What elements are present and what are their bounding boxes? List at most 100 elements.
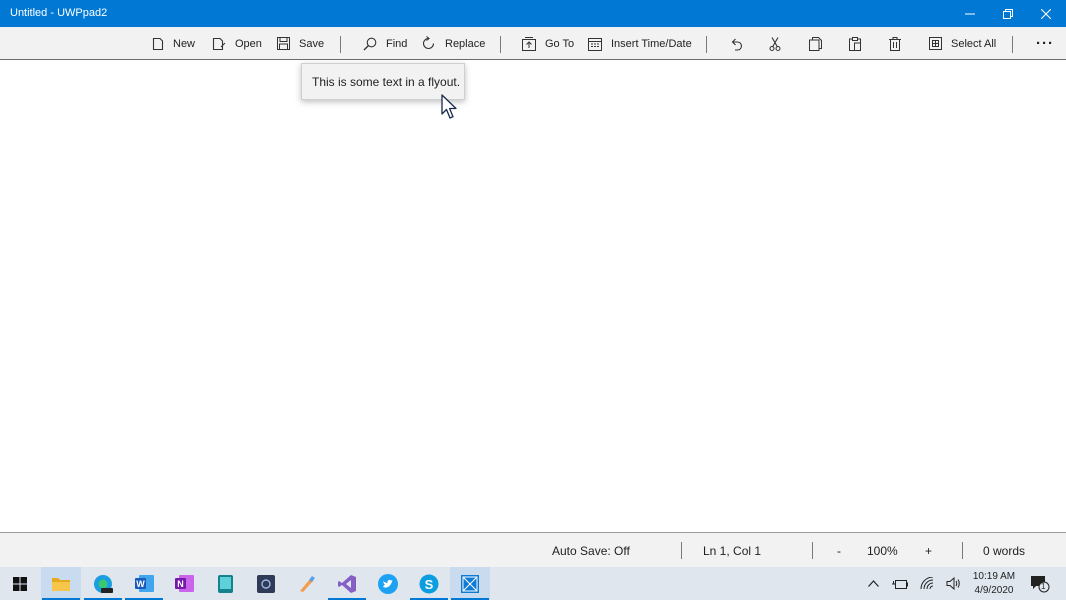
save-icon bbox=[277, 37, 290, 50]
windows-start-icon bbox=[13, 576, 27, 591]
visual-studio-icon bbox=[338, 574, 356, 593]
uwppad2-icon bbox=[461, 574, 479, 593]
chevron-up-icon bbox=[867, 580, 879, 587]
notification-count: 1 bbox=[1041, 582, 1046, 591]
delete-icon bbox=[889, 36, 901, 51]
status-bar: Auto Save: Off Ln 1, Col 1 - 100% + 0 wo… bbox=[0, 532, 1066, 567]
start-button[interactable] bbox=[0, 567, 40, 600]
volume-button[interactable] bbox=[943, 567, 963, 600]
network-button[interactable] bbox=[917, 567, 937, 600]
zoom-level: 100% bbox=[867, 544, 898, 558]
camera-app-icon bbox=[257, 574, 275, 593]
undo-button[interactable] bbox=[729, 27, 743, 60]
autosave-status[interactable]: Auto Save: Off bbox=[552, 544, 630, 558]
taskbar: W N S 10:19 AM 4/9/2020 1 bbox=[0, 567, 1066, 600]
word-icon: W bbox=[134, 575, 154, 592]
new-button[interactable]: New bbox=[152, 27, 195, 60]
undo-icon bbox=[731, 38, 743, 51]
edge-beta-icon bbox=[94, 574, 113, 593]
save-button[interactable]: Save bbox=[277, 27, 324, 60]
taskbar-word[interactable]: W bbox=[124, 567, 164, 600]
taskbar-file-explorer[interactable] bbox=[41, 567, 81, 600]
restore-button[interactable] bbox=[989, 0, 1027, 27]
status-separator bbox=[962, 542, 963, 559]
taskbar-book-app[interactable] bbox=[205, 567, 245, 600]
close-button[interactable] bbox=[1027, 0, 1065, 27]
taskbar-edge-beta[interactable] bbox=[83, 567, 123, 600]
battery-button[interactable] bbox=[890, 567, 910, 600]
select-all-label: Select All bbox=[951, 37, 997, 50]
taskbar-paint-app[interactable] bbox=[287, 567, 327, 600]
taskbar-uwppad2[interactable] bbox=[450, 567, 490, 600]
replace-button[interactable]: Replace bbox=[421, 27, 485, 60]
svg-text:N: N bbox=[177, 579, 184, 589]
skype-icon: S bbox=[419, 574, 439, 593]
zoom-out-button[interactable]: - bbox=[837, 544, 841, 558]
minimize-icon bbox=[965, 13, 975, 14]
select-all-button[interactable]: Select All bbox=[929, 27, 996, 60]
clock[interactable]: 10:19 AM 4/9/2020 bbox=[966, 570, 1022, 598]
goto-button[interactable]: Go To bbox=[522, 27, 574, 60]
command-bar: New Open Save Find Replace Go To Insert … bbox=[0, 27, 1066, 60]
save-label: Save bbox=[299, 37, 325, 50]
new-icon bbox=[152, 37, 164, 50]
copy-icon bbox=[809, 36, 822, 51]
svg-text:S: S bbox=[425, 577, 434, 592]
open-label: Open bbox=[235, 37, 262, 50]
restore-icon bbox=[1003, 8, 1013, 19]
clock-date: 4/9/2020 bbox=[974, 585, 1014, 596]
replace-icon bbox=[422, 36, 435, 50]
calendar-icon bbox=[588, 37, 602, 51]
find-button[interactable]: Find bbox=[363, 27, 407, 60]
minimize-button[interactable] bbox=[951, 0, 989, 27]
toolbar-separator bbox=[340, 36, 341, 53]
more-button[interactable]: ··· bbox=[1036, 27, 1054, 60]
taskbar-twitter[interactable] bbox=[368, 567, 408, 600]
cut-icon bbox=[769, 36, 781, 51]
replace-label: Replace bbox=[445, 37, 486, 50]
show-hidden-icons-button[interactable] bbox=[864, 567, 882, 600]
open-icon bbox=[212, 37, 226, 50]
action-center-button[interactable]: 1 bbox=[1028, 567, 1052, 600]
taskbar-onenote[interactable]: N bbox=[164, 567, 204, 600]
clock-time: 10:19 AM bbox=[972, 571, 1016, 582]
mouse-pointer-icon bbox=[441, 94, 457, 119]
goto-icon bbox=[522, 36, 536, 51]
flyout-text: This is some text in a flyout. bbox=[312, 74, 461, 89]
taskbar-visual-studio[interactable] bbox=[327, 567, 367, 600]
insert-time-date-label: Insert Time/Date bbox=[611, 37, 692, 50]
toolbar-separator bbox=[1012, 36, 1013, 53]
taskbar-skype[interactable]: S bbox=[409, 567, 449, 600]
find-label: Find bbox=[386, 37, 408, 50]
new-label: New bbox=[173, 37, 196, 50]
more-icon: ··· bbox=[1036, 35, 1054, 52]
window-title: Untitled - UWPpad2 bbox=[10, 7, 108, 19]
cut-button[interactable] bbox=[769, 27, 781, 60]
file-explorer-icon bbox=[52, 578, 70, 591]
toolbar-separator bbox=[706, 36, 707, 53]
battery-icon bbox=[892, 579, 908, 589]
notification-icon bbox=[1031, 575, 1050, 592]
copy-button[interactable] bbox=[809, 27, 823, 60]
title-bar: Untitled - UWPpad2 bbox=[0, 0, 1066, 27]
status-separator bbox=[681, 542, 682, 559]
delete-button[interactable] bbox=[889, 27, 901, 60]
onenote-icon: N bbox=[174, 575, 194, 592]
zoom-in-button[interactable]: + bbox=[925, 544, 932, 558]
find-icon bbox=[363, 37, 377, 50]
insert-time-date-button[interactable]: Insert Time/Date bbox=[588, 27, 692, 60]
paint-brush-icon bbox=[300, 575, 315, 592]
close-icon bbox=[1041, 8, 1051, 19]
select-all-icon bbox=[929, 37, 942, 50]
paste-button[interactable] bbox=[849, 27, 862, 60]
taskbar-camera-app[interactable] bbox=[246, 567, 286, 600]
word-count: 0 words bbox=[983, 544, 1026, 558]
open-button[interactable]: Open bbox=[212, 27, 262, 60]
cursor-position: Ln 1, Col 1 bbox=[703, 544, 762, 558]
twitter-icon bbox=[378, 573, 398, 594]
book-icon bbox=[217, 574, 233, 593]
wifi-icon bbox=[920, 577, 933, 590]
toolbar-separator bbox=[500, 36, 501, 53]
volume-icon bbox=[946, 577, 960, 590]
text-editor[interactable] bbox=[0, 61, 1066, 532]
